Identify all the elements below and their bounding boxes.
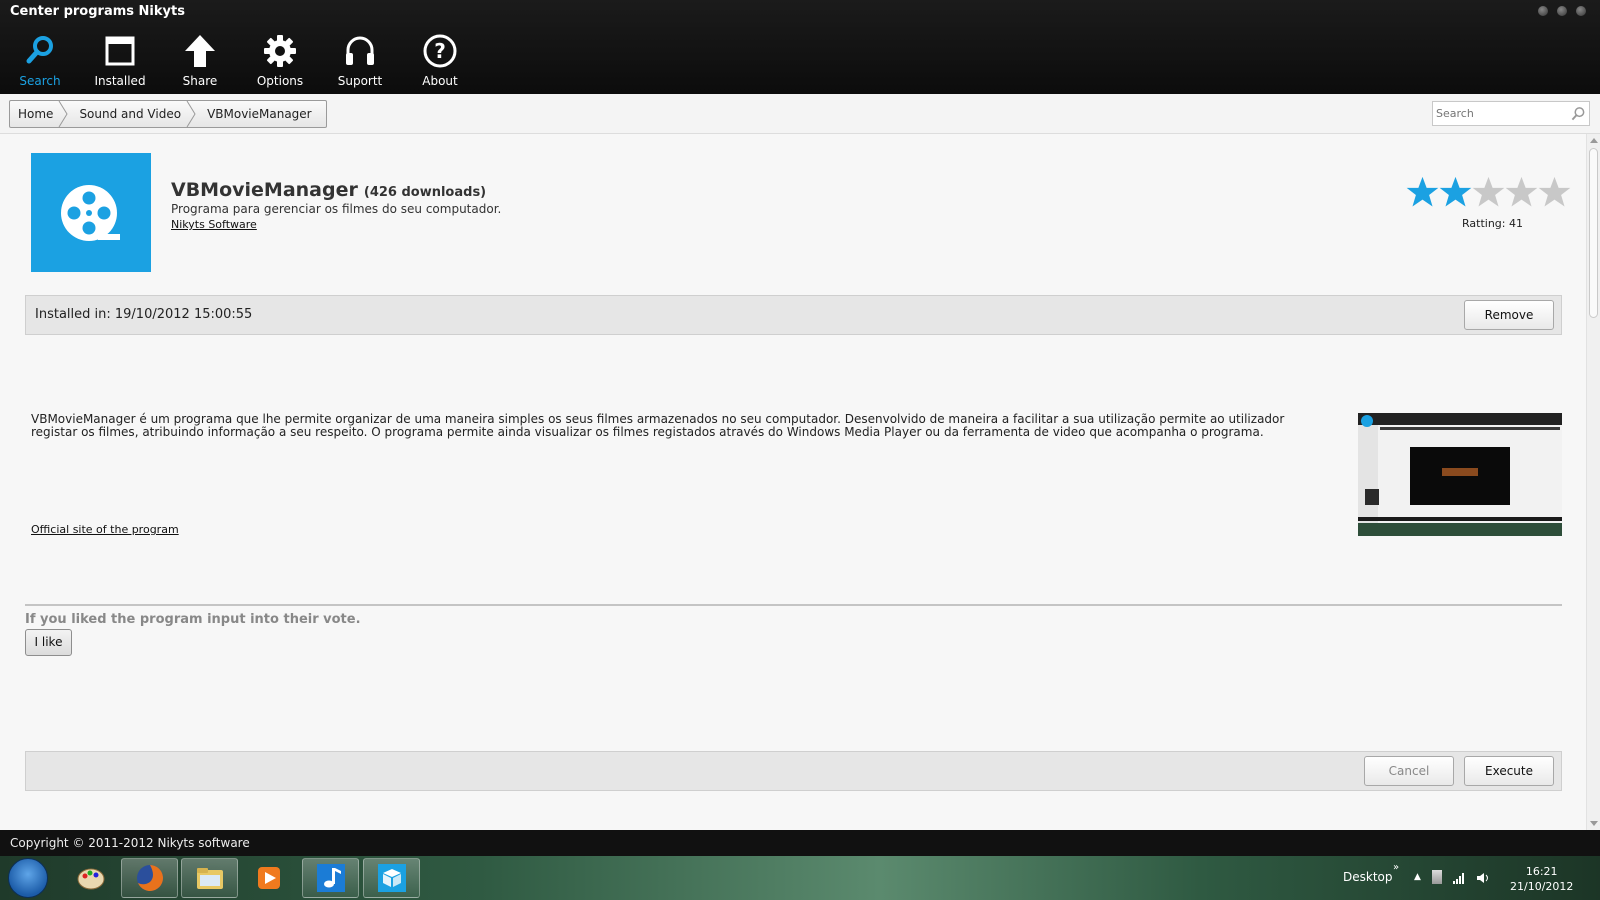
breadcrumb: Home Sound and Video VBMovieManager	[9, 100, 327, 128]
toolbar-about-label: About	[422, 74, 458, 88]
breadcrumb-home[interactable]: Home	[10, 101, 69, 127]
screenshot-thumbnail	[1358, 413, 1562, 536]
section-divider	[25, 604, 1562, 606]
taskbar-firefox[interactable]	[121, 858, 178, 898]
toolbar-search-label: Search	[19, 74, 61, 88]
app-short-description: Programa para gerenciar os filmes do seu…	[171, 202, 502, 216]
like-button[interactable]: I like	[25, 629, 72, 656]
paint-icon	[77, 868, 104, 890]
breadcrumb-bar: Home Sound and Video VBMovieManager	[0, 94, 1600, 134]
desktop-toolbar-label[interactable]: Desktop	[1343, 870, 1393, 884]
toolbar-share-button[interactable]: Share	[160, 28, 240, 90]
toolbar-share-label: Share	[182, 74, 218, 88]
toolbar-about-button[interactable]: ? About	[400, 28, 480, 90]
music-note-icon	[316, 864, 345, 892]
toolbar-support-button[interactable]: Suportt	[320, 28, 400, 90]
toolbar-installed-button[interactable]: Installed	[80, 28, 160, 90]
vote-prompt: If you liked the program input into thei…	[25, 612, 361, 627]
copyright-text: Copyright © 2011-2012 Nikyts software	[10, 836, 250, 850]
install-date: Installed in: 19/10/2012 15:00:55	[35, 307, 253, 322]
system-tray	[1432, 870, 1490, 884]
star-empty-icon[interactable]	[1472, 174, 1505, 210]
taskbar-media-player[interactable]	[240, 858, 297, 898]
scroll-up-icon[interactable]	[1590, 138, 1598, 143]
minimize-button[interactable]	[1538, 6, 1548, 16]
film-reel-icon	[61, 184, 120, 241]
scroll-down-icon[interactable]	[1590, 821, 1598, 826]
taskbar-center-programs[interactable]	[363, 858, 420, 898]
app-name-text: VBMovieManager	[171, 179, 358, 201]
clock-time: 16:21	[1525, 865, 1558, 878]
program-description: VBMovieManager é um programa que lhe per…	[31, 412, 1285, 439]
toolbar-options-button[interactable]: Options	[240, 28, 320, 90]
window-icon	[105, 36, 135, 66]
download-count: (426 downloads)	[363, 185, 487, 200]
search-icon	[26, 36, 53, 64]
question-icon: ?	[423, 34, 457, 68]
taskbar-music[interactable]	[302, 858, 359, 898]
show-hidden-icons-icon[interactable]: ▲	[1414, 872, 1421, 882]
search-input[interactable]	[1433, 102, 1563, 125]
rating-label: Ratting: 41	[1462, 217, 1523, 230]
signal-strength-icon[interactable]	[1452, 870, 1466, 884]
official-site-link[interactable]: Official site of the program	[31, 523, 179, 536]
taskbar-explorer[interactable]	[181, 858, 238, 898]
volume-icon[interactable]	[1476, 870, 1490, 884]
search-box	[1432, 101, 1590, 126]
upload-arrow-icon	[185, 35, 215, 67]
os-taskbar: Desktop » ▲ 16:21 21/10/2012	[0, 856, 1600, 900]
box-icon	[377, 864, 406, 892]
media-player-icon	[257, 867, 280, 889]
taskbar-paint[interactable]	[62, 858, 119, 898]
breadcrumb-category[interactable]: Sound and Video	[67, 101, 196, 127]
program-details-panel: VBMovieManager (426 downloads) Programa p…	[0, 134, 1586, 830]
firefox-icon	[136, 865, 163, 891]
maximize-button[interactable]	[1557, 6, 1567, 16]
window-controls	[1538, 6, 1586, 16]
status-footer: Copyright © 2011-2012 Nikyts software	[0, 830, 1600, 856]
clock-date: 21/10/2012	[1510, 880, 1574, 893]
close-button[interactable]	[1576, 6, 1586, 16]
install-info-bar: Installed in: 19/10/2012 15:00:55 Remove	[25, 295, 1562, 335]
vendor-link[interactable]: Nikyts Software	[171, 218, 257, 231]
toolbar-search-button[interactable]: Search	[0, 28, 80, 90]
breadcrumb-home-label: Home	[18, 107, 54, 121]
cancel-button[interactable]: Cancel	[1364, 756, 1454, 786]
breadcrumb-current[interactable]: VBMovieManager	[195, 101, 326, 127]
star-filled-icon[interactable]	[1439, 174, 1472, 210]
chevron-icon[interactable]: »	[1393, 862, 1399, 873]
app-icon	[31, 153, 151, 272]
action-bar: Cancel Execute	[25, 751, 1562, 791]
star-empty-icon[interactable]	[1538, 174, 1571, 210]
scrollbar-thumb[interactable]	[1589, 148, 1598, 318]
system-clock[interactable]: 16:21 21/10/2012	[1510, 864, 1573, 894]
toolbar-installed-label: Installed	[94, 74, 146, 88]
program-screenshot[interactable]	[1358, 413, 1562, 536]
star-empty-icon[interactable]	[1505, 174, 1538, 210]
window-title: Center programs Nikyts	[10, 4, 185, 19]
rating-stars[interactable]	[1406, 174, 1571, 210]
toolbar-options-label: Options	[256, 74, 304, 88]
app-name: VBMovieManager (426 downloads)	[171, 179, 486, 201]
breadcrumb-category-label: Sound and Video	[79, 107, 182, 121]
main-toolbar: Search Installed Share Options Suportt ?…	[0, 28, 480, 90]
start-orb[interactable]	[8, 858, 48, 898]
vertical-scrollbar[interactable]	[1586, 134, 1600, 830]
title-toolbar-area: Center programs Nikyts Search Installed …	[0, 0, 1600, 94]
star-filled-icon[interactable]	[1406, 174, 1439, 210]
network-device-icon[interactable]	[1432, 870, 1442, 884]
svg-text:?: ?	[434, 39, 446, 63]
breadcrumb-current-label: VBMovieManager	[207, 107, 312, 121]
remove-button[interactable]: Remove	[1464, 300, 1554, 330]
execute-button[interactable]: Execute	[1464, 756, 1554, 786]
toolbar-support-label: Suportt	[337, 74, 383, 88]
gear-icon	[264, 35, 296, 67]
folder-icon	[196, 868, 223, 889]
headphones-icon	[346, 36, 374, 65]
search-icon[interactable]	[1571, 106, 1586, 121]
